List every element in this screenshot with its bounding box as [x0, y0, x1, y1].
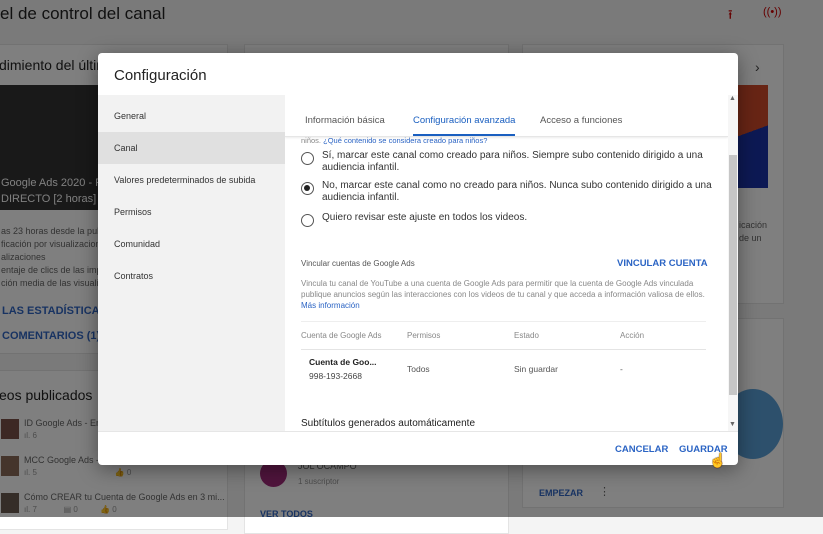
radio-not-made-for-kids[interactable]: No, marcar este canal como no creado par… — [301, 180, 721, 204]
nav-item-canal[interactable]: Canal — [98, 132, 285, 164]
settings-dialog: Configuración General Canal Valores pred… — [98, 53, 738, 465]
table-row: Cuenta de Goo... 998-193-2668 Todos Sin … — [285, 349, 715, 389]
tab-advanced-settings[interactable]: Configuración avanzada — [413, 115, 516, 136]
tab-bar: Información básica Configuración avanzad… — [285, 95, 728, 137]
tab-basic-info[interactable]: Información básica — [305, 115, 385, 126]
radio-label: Sí, marcar este canal como creado para n… — [322, 150, 703, 173]
settings-content: Información básica Configuración avanzad… — [285, 95, 728, 431]
scroll-up-icon[interactable]: ▲ — [729, 95, 736, 102]
dialog-footer: CANCELAR GUARDAR — [98, 431, 738, 465]
scrollbar[interactable]: ▲ ▼ — [728, 95, 738, 431]
ads-section-title: Vincular cuentas de Google Ads — [301, 259, 415, 268]
column-header: Acción — [620, 331, 645, 340]
radio-icon[interactable] — [301, 152, 314, 165]
hand-cursor-icon: ☝ — [709, 452, 727, 468]
nav-item-community[interactable]: Comunidad — [98, 228, 285, 260]
action-value: - — [620, 364, 623, 374]
account-name: Cuenta de Goo... — [309, 357, 377, 367]
cut-text: niños. — [301, 136, 322, 145]
nav-item-upload-defaults[interactable]: Valores predeterminados de subida — [98, 164, 285, 196]
radio-review-each-video[interactable]: Quiero revisar este ajuste en todos los … — [301, 212, 527, 227]
dialog-title: Configuración — [114, 67, 207, 84]
scroll-down-icon[interactable]: ▼ — [729, 421, 736, 428]
status-value: Sin guardar — [514, 364, 558, 374]
column-header: Estado — [514, 331, 539, 340]
kids-content-link[interactable]: ¿Qué contenido se considera creado para … — [323, 136, 487, 145]
radio-made-for-kids[interactable]: Sí, marcar este canal como creado para n… — [301, 150, 711, 174]
divider — [301, 321, 706, 322]
nav-item-general[interactable]: General — [98, 100, 285, 132]
radio-label: No, marcar este canal como no creado par… — [322, 180, 712, 203]
tab-feature-access[interactable]: Acceso a funciones — [540, 115, 622, 126]
scrollbar-thumb[interactable] — [729, 155, 737, 395]
radio-label: Quiero revisar este ajuste en todos los … — [322, 212, 528, 223]
column-header: Permisos — [407, 331, 441, 340]
nav-item-contracts[interactable]: Contratos — [98, 260, 285, 292]
column-header: Cuenta de Google Ads — [301, 331, 382, 340]
subtitles-section-title: Subtítulos generados automáticamente — [301, 418, 475, 429]
ads-description: Vincula tu canal de YouTube a una cuenta… — [301, 279, 705, 299]
permissions-value: Todos — [407, 364, 430, 374]
radio-checked-icon[interactable] — [301, 182, 314, 195]
more-info-link[interactable]: Más información — [301, 301, 360, 310]
nav-item-permissions[interactable]: Permisos — [98, 196, 285, 228]
link-account-button[interactable]: VINCULAR CUENTA — [617, 258, 708, 269]
cancel-button[interactable]: CANCELAR — [615, 444, 668, 455]
radio-icon[interactable] — [301, 214, 314, 227]
settings-nav: General Canal Valores predeterminados de… — [98, 95, 285, 431]
account-id: 998-193-2668 — [309, 371, 362, 381]
